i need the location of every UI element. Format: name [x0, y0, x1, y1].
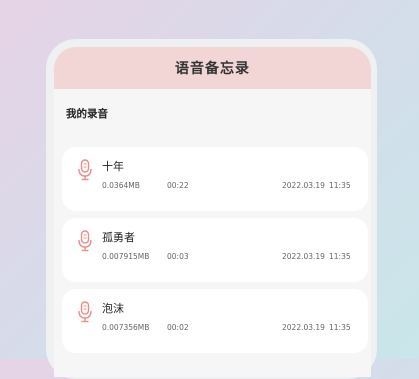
- microphone-icon: [78, 230, 92, 252]
- recording-time: 11:35: [329, 252, 351, 261]
- recording-size: 0.007915MB: [102, 252, 150, 261]
- recording-name: 泡沫: [102, 302, 124, 315]
- app-header: 语音备忘录: [54, 47, 371, 89]
- recording-item[interactable]: 十年 0.0364MB 00:22 2022.03.19 11:35: [62, 147, 368, 211]
- recording-duration: 00:22: [167, 181, 189, 190]
- watermark: 玩意下载·N8WYXH.COM.CN: [78, 335, 267, 350]
- recording-date: 2022.03.19: [282, 252, 325, 261]
- microphone-icon: [78, 159, 92, 181]
- recording-size: 0.0364MB: [102, 181, 140, 190]
- recording-duration: 00:03: [167, 252, 189, 261]
- recording-name: 孤勇者: [102, 231, 135, 244]
- section-title: 我的录音: [66, 108, 108, 120]
- microphone-icon: [78, 301, 92, 323]
- recording-time: 11:35: [329, 323, 351, 332]
- recording-date: 2022.03.19: [282, 181, 325, 190]
- recording-date: 2022.03.19: [282, 323, 325, 332]
- recording-name: 十年: [102, 160, 124, 173]
- app-screen: 语音备忘录 我的录音 十年 0.0364MB 00:22 2022.03.19 …: [54, 47, 371, 377]
- recording-time: 11:35: [329, 181, 351, 190]
- recording-item[interactable]: 孤勇者 0.007915MB 00:03 2022.03.19 11:35: [62, 218, 368, 282]
- page-title: 语音备忘录: [175, 61, 250, 77]
